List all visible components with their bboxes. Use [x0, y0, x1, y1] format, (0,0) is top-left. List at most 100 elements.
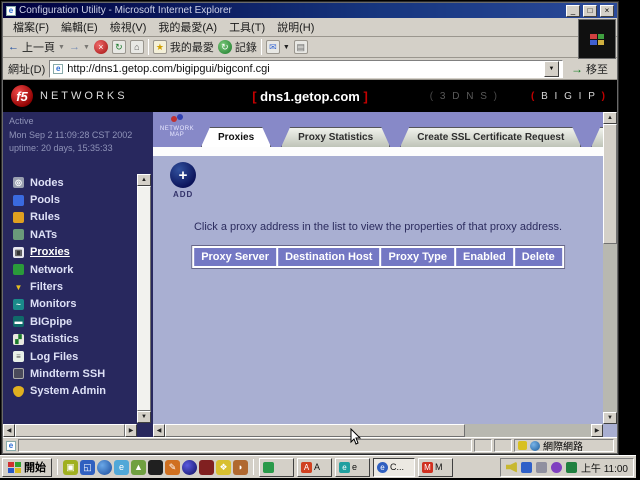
column-destination-host[interactable]: Destination Host	[278, 248, 379, 266]
sidebar-vertical-scrollbar[interactable]: ▲ ▼	[137, 174, 151, 423]
close-button[interactable]: ×	[600, 5, 614, 17]
quicklaunch-icon-2[interactable]: ◱	[80, 460, 95, 475]
sidebar-item-proxies[interactable]: ▣ Proxies	[13, 244, 137, 261]
sidebar-item-mindterm-ssh[interactable]: Mindterm SSH	[13, 365, 137, 382]
menu-item-favorites[interactable]: 我的最愛(A)	[152, 17, 223, 37]
menu-item-view[interactable]: 檢視(V)	[104, 17, 153, 37]
print-button[interactable]: ▤	[294, 40, 308, 54]
task-button-2[interactable]: A A	[297, 458, 332, 477]
task-button-5[interactable]: M M	[418, 458, 453, 477]
tab-install-ssl-certificate[interactable]: Install SSL Certif	[591, 127, 603, 147]
forward-button[interactable]: → ▼	[69, 41, 90, 53]
scroll-left-button[interactable]: ◀	[3, 424, 15, 437]
instruction-text: Click a proxy address in the list to vie…	[153, 221, 603, 233]
scroll-up-button[interactable]: ▲	[137, 174, 151, 186]
page-viewport: f5 NETWORKS [ dns1.getop.com ] ( 3 D N S…	[3, 80, 617, 437]
menu-item-file[interactable]: 檔案(F)	[7, 17, 55, 37]
minimize-button[interactable]: _	[566, 5, 580, 17]
menu-item-help[interactable]: 說明(H)	[271, 17, 320, 37]
column-delete[interactable]: Delete	[515, 248, 562, 266]
task-icon: M	[422, 462, 433, 473]
titlebar[interactable]: e Configuration Utility - Microsoft Inte…	[3, 3, 617, 18]
history-button[interactable]: ↻ 記錄	[218, 39, 257, 55]
scroll-up-button[interactable]: ▲	[603, 112, 617, 124]
maximize-button[interactable]: □	[583, 5, 597, 17]
back-button[interactable]: ← 上一頁 ▼	[8, 39, 65, 55]
menu-item-edit[interactable]: 編輯(E)	[55, 17, 104, 37]
datetime-text: Mon Sep 2 11:09:28 CST 2002	[9, 129, 147, 143]
home-icon: ⌂	[130, 40, 144, 54]
sidebar-item-system-admin[interactable]: System Admin	[13, 383, 137, 400]
scroll-right-button[interactable]: ▶	[125, 424, 137, 437]
security-icon	[518, 441, 527, 450]
home-button[interactable]: ⌂	[130, 40, 144, 54]
sidebar-item-network[interactable]: Network	[13, 261, 137, 278]
go-button[interactable]: → 移至	[567, 61, 612, 77]
scroll-down-button[interactable]: ▼	[137, 411, 151, 423]
task-button-1[interactable]	[259, 458, 294, 477]
sidebar-item-monitors[interactable]: ~ Monitors	[13, 296, 137, 313]
sidebar-item-filters[interactable]: ▼ Filters	[13, 278, 137, 295]
task-button-3[interactable]: e e	[335, 458, 370, 477]
scroll-right-button[interactable]: ▶	[591, 424, 603, 437]
quicklaunch-icon-7[interactable]: ✎	[165, 460, 180, 475]
scrollbar-thumb[interactable]	[137, 186, 151, 411]
page-icon: e	[53, 64, 63, 74]
main-horizontal-scrollbar[interactable]: ◀ ▶	[153, 424, 603, 437]
sidebar-item-log-files[interactable]: ≡ Log Files	[13, 348, 137, 365]
quicklaunch-icon-10[interactable]: ❖	[216, 460, 231, 475]
quicklaunch-icon-9[interactable]	[199, 460, 214, 475]
sidebar-item-nodes[interactable]: ◎ Nodes	[13, 174, 137, 191]
sidebar-item-statistics[interactable]: ▞ Statistics	[13, 331, 137, 348]
sidebar-horizontal-scrollbar[interactable]: ◀ ▶	[3, 424, 137, 437]
volume-icon[interactable]	[506, 462, 517, 473]
quicklaunch-icon-11[interactable]: ◗	[233, 460, 248, 475]
toolbar-separator	[261, 39, 262, 55]
tray-icon-5[interactable]	[566, 462, 577, 473]
quicklaunch-icon-6[interactable]	[148, 460, 163, 475]
scrollbar-thumb[interactable]	[603, 124, 617, 244]
quicklaunch-icon-1[interactable]: ▣	[63, 460, 78, 475]
scroll-down-button[interactable]: ▼	[603, 412, 617, 424]
favorites-button[interactable]: ★ 我的最愛	[153, 39, 214, 55]
quicklaunch-icon-8[interactable]	[182, 460, 197, 475]
quicklaunch-icon-4[interactable]: e	[114, 460, 129, 475]
add-button[interactable]: +	[170, 162, 196, 188]
back-label: 上一頁	[22, 39, 55, 55]
tab-proxies[interactable]: Proxies	[201, 127, 271, 147]
quicklaunch-icon-3[interactable]	[97, 460, 112, 475]
sidebar-item-pools[interactable]: Pools	[13, 191, 137, 208]
quicklaunch-icon-5[interactable]: ▲	[131, 460, 146, 475]
sidebar-item-nats[interactable]: NATs	[13, 226, 137, 243]
column-enabled[interactable]: Enabled	[456, 248, 513, 266]
mindterm-ssh-icon	[13, 368, 24, 379]
mail-button[interactable]: ✉ ▼	[266, 40, 290, 54]
tray-icon-4[interactable]	[551, 462, 562, 473]
taskbar-clock[interactable]: 上午 11:00	[581, 460, 628, 475]
sidebar-item-rules[interactable]: Rules	[13, 209, 137, 226]
menu-item-tools[interactable]: 工具(T)	[223, 17, 271, 37]
tab-create-ssl-certificate-request[interactable]: Create SSL Certificate Request	[400, 127, 581, 147]
scrollbar-thumb[interactable]	[15, 424, 125, 437]
tab-proxy-statistics[interactable]: Proxy Statistics	[281, 127, 390, 147]
sidebar-item-bigpipe[interactable]: ▬ BIGpipe	[13, 313, 137, 330]
refresh-button[interactable]: ↻	[112, 40, 126, 54]
start-button[interactable]: 開始	[2, 458, 52, 477]
hostname: [ dns1.getop.com ]	[252, 89, 368, 104]
scrollbar-thumb[interactable]	[165, 424, 465, 437]
scroll-left-button[interactable]: ◀	[153, 424, 165, 437]
statistics-icon: ▞	[13, 334, 24, 345]
sidebar: Active Mon Sep 2 11:09:28 CST 2002 uptim…	[3, 112, 153, 437]
column-proxy-type[interactable]: Proxy Type	[381, 248, 454, 266]
stop-button[interactable]: ×	[94, 40, 108, 54]
taskbar-separator	[253, 459, 254, 475]
tray-icon-3[interactable]	[536, 462, 547, 473]
address-input[interactable]: e http://dns1.getop.com/bigipgui/bigconf…	[49, 60, 563, 78]
column-proxy-server[interactable]: Proxy Server	[194, 248, 276, 266]
main-vertical-scrollbar[interactable]: ▲ ▼	[603, 112, 617, 424]
status-message-panel	[18, 439, 472, 452]
tray-icon-2[interactable]	[521, 462, 532, 473]
address-dropdown-button[interactable]: ▼	[544, 61, 559, 77]
network-map-button[interactable]: NETWORK MAP	[157, 114, 197, 138]
task-button-4-active[interactable]: e C...	[373, 458, 415, 477]
